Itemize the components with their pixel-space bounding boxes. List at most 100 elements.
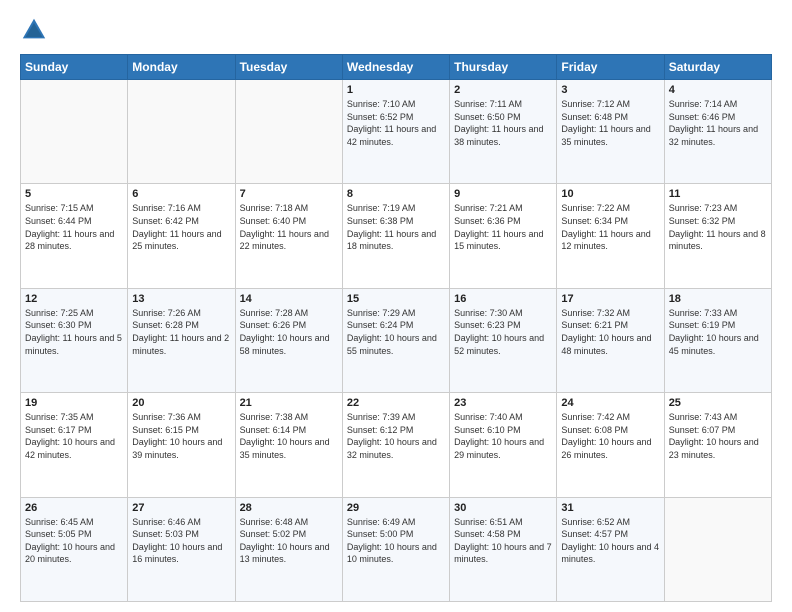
calendar-day-header: Wednesday [342, 55, 449, 80]
day-number: 4 [669, 84, 767, 96]
calendar-cell: 14 Sunrise: 7:28 AM Sunset: 6:26 PM Dayli… [235, 288, 342, 392]
day-info: Sunrise: 7:21 AM Sunset: 6:36 PM Dayligh… [454, 202, 552, 252]
logo-icon [20, 16, 48, 44]
day-info: Sunrise: 7:18 AM Sunset: 6:40 PM Dayligh… [240, 202, 338, 252]
calendar-table: SundayMondayTuesdayWednesdayThursdayFrid… [20, 54, 772, 602]
day-info: Sunrise: 7:26 AM Sunset: 6:28 PM Dayligh… [132, 307, 230, 357]
day-number: 11 [669, 188, 767, 200]
calendar-week-row: 26Sunrise: 6:45 AM Sunset: 5:05 PM Dayli… [21, 497, 772, 601]
day-info: Sunrise: 7:22 AM Sunset: 6:34 PM Dayligh… [561, 202, 659, 252]
calendar-cell: 31 Sunrise: 6:52 AM Sunset: 4:57 PM Dayli… [557, 497, 664, 601]
day-number: 12 [25, 293, 123, 305]
day-info: Sunrise: 7:40 AM Sunset: 6:10 PM Dayligh… [454, 411, 552, 461]
calendar-cell: 6Sunrise: 7:16 AM Sunset: 6:42 PM Daylig… [128, 184, 235, 288]
calendar-cell: 5Sunrise: 7:15 AM Sunset: 6:44 PM Daylig… [21, 184, 128, 288]
calendar-day-header: Monday [128, 55, 235, 80]
calendar-cell: 11 Sunrise: 7:23 AM Sunset: 6:32 PM Dayli… [664, 184, 771, 288]
day-info: Sunrise: 7:32 AM Sunset: 6:21 PM Dayligh… [561, 307, 659, 357]
calendar-week-row: 5Sunrise: 7:15 AM Sunset: 6:44 PM Daylig… [21, 184, 772, 288]
day-number: 30 [454, 502, 552, 514]
day-number: 18 [669, 293, 767, 305]
calendar-cell: 2 Sunrise: 7:11 AM Sunset: 6:50 PM Daylig… [450, 80, 557, 184]
day-number: 28 [240, 502, 338, 514]
day-info: Sunrise: 7:11 AM Sunset: 6:50 PM Dayligh… [454, 98, 552, 148]
day-info: Sunrise: 6:51 AM Sunset: 4:58 PM Dayligh… [454, 516, 552, 566]
day-info: Sunrise: 7:42 AM Sunset: 6:08 PM Dayligh… [561, 411, 659, 461]
day-info: Sunrise: 6:46 AM Sunset: 5:03 PM Dayligh… [132, 516, 230, 566]
calendar-cell: 9 Sunrise: 7:21 AM Sunset: 6:36 PM Daylig… [450, 184, 557, 288]
day-info: Sunrise: 7:29 AM Sunset: 6:24 PM Dayligh… [347, 307, 445, 357]
day-info: Sunrise: 7:36 AM Sunset: 6:15 PM Dayligh… [132, 411, 230, 461]
calendar-cell: 4Sunrise: 7:14 AM Sunset: 6:46 PM Daylig… [664, 80, 771, 184]
day-info: Sunrise: 7:33 AM Sunset: 6:19 PM Dayligh… [669, 307, 767, 357]
calendar-cell: 28 Sunrise: 6:48 AM Sunset: 5:02 PM Dayli… [235, 497, 342, 601]
day-number: 1 [347, 84, 445, 96]
day-info: Sunrise: 7:10 AM Sunset: 6:52 PM Dayligh… [347, 98, 445, 148]
day-number: 13 [132, 293, 230, 305]
calendar-cell: 29Sunrise: 6:49 AM Sunset: 5:00 PM Dayli… [342, 497, 449, 601]
day-number: 6 [132, 188, 230, 200]
day-number: 31 [561, 502, 659, 514]
calendar-cell: 15Sunrise: 7:29 AM Sunset: 6:24 PM Dayli… [342, 288, 449, 392]
day-info: Sunrise: 6:52 AM Sunset: 4:57 PM Dayligh… [561, 516, 659, 566]
calendar-cell: 22 Sunrise: 7:39 AM Sunset: 6:12 PM Dayli… [342, 393, 449, 497]
calendar-cell: 13 Sunrise: 7:26 AM Sunset: 6:28 PM Dayli… [128, 288, 235, 392]
calendar-cell: 27 Sunrise: 6:46 AM Sunset: 5:03 PM Dayli… [128, 497, 235, 601]
day-number: 16 [454, 293, 552, 305]
day-info: Sunrise: 7:23 AM Sunset: 6:32 PM Dayligh… [669, 202, 767, 252]
calendar-cell: 3 Sunrise: 7:12 AM Sunset: 6:48 PM Daylig… [557, 80, 664, 184]
day-info: Sunrise: 7:25 AM Sunset: 6:30 PM Dayligh… [25, 307, 123, 357]
day-info: Sunrise: 7:39 AM Sunset: 6:12 PM Dayligh… [347, 411, 445, 461]
day-number: 25 [669, 397, 767, 409]
calendar-cell: 26Sunrise: 6:45 AM Sunset: 5:05 PM Dayli… [21, 497, 128, 601]
day-number: 22 [347, 397, 445, 409]
logo [20, 16, 52, 44]
calendar-day-header: Friday [557, 55, 664, 80]
calendar-cell: 25 Sunrise: 7:43 AM Sunset: 6:07 PM Dayli… [664, 393, 771, 497]
calendar-cell: 7 Sunrise: 7:18 AM Sunset: 6:40 PM Daylig… [235, 184, 342, 288]
calendar-cell: 23 Sunrise: 7:40 AM Sunset: 6:10 PM Dayli… [450, 393, 557, 497]
calendar-week-row: 1 Sunrise: 7:10 AM Sunset: 6:52 PM Daylig… [21, 80, 772, 184]
day-info: Sunrise: 6:48 AM Sunset: 5:02 PM Dayligh… [240, 516, 338, 566]
day-number: 9 [454, 188, 552, 200]
calendar-day-header: Sunday [21, 55, 128, 80]
day-info: Sunrise: 7:38 AM Sunset: 6:14 PM Dayligh… [240, 411, 338, 461]
day-number: 14 [240, 293, 338, 305]
day-info: Sunrise: 7:15 AM Sunset: 6:44 PM Dayligh… [25, 202, 123, 252]
calendar-cell: 24 Sunrise: 7:42 AM Sunset: 6:08 PM Dayli… [557, 393, 664, 497]
calendar-cell: 18 Sunrise: 7:33 AM Sunset: 6:19 PM Dayli… [664, 288, 771, 392]
day-number: 29 [347, 502, 445, 514]
calendar-cell [21, 80, 128, 184]
day-number: 10 [561, 188, 659, 200]
calendar-cell [235, 80, 342, 184]
calendar-cell [128, 80, 235, 184]
day-number: 21 [240, 397, 338, 409]
calendar-cell: 19Sunrise: 7:35 AM Sunset: 6:17 PM Dayli… [21, 393, 128, 497]
calendar-cell: 30 Sunrise: 6:51 AM Sunset: 4:58 PM Dayli… [450, 497, 557, 601]
day-info: Sunrise: 7:28 AM Sunset: 6:26 PM Dayligh… [240, 307, 338, 357]
day-info: Sunrise: 7:19 AM Sunset: 6:38 PM Dayligh… [347, 202, 445, 252]
day-number: 24 [561, 397, 659, 409]
day-number: 20 [132, 397, 230, 409]
calendar-day-header: Tuesday [235, 55, 342, 80]
calendar-cell: 17Sunrise: 7:32 AM Sunset: 6:21 PM Dayli… [557, 288, 664, 392]
day-number: 2 [454, 84, 552, 96]
day-info: Sunrise: 7:12 AM Sunset: 6:48 PM Dayligh… [561, 98, 659, 148]
calendar-cell: 20 Sunrise: 7:36 AM Sunset: 6:15 PM Dayli… [128, 393, 235, 497]
day-number: 23 [454, 397, 552, 409]
day-number: 7 [240, 188, 338, 200]
calendar-header-row: SundayMondayTuesdayWednesdayThursdayFrid… [21, 55, 772, 80]
day-number: 8 [347, 188, 445, 200]
calendar-cell: 16 Sunrise: 7:30 AM Sunset: 6:23 PM Dayli… [450, 288, 557, 392]
calendar-cell: 12 Sunrise: 7:25 AM Sunset: 6:30 PM Dayli… [21, 288, 128, 392]
day-number: 26 [25, 502, 123, 514]
calendar-cell: 21 Sunrise: 7:38 AM Sunset: 6:14 PM Dayli… [235, 393, 342, 497]
calendar-cell: 8 Sunrise: 7:19 AM Sunset: 6:38 PM Daylig… [342, 184, 449, 288]
page: SundayMondayTuesdayWednesdayThursdayFrid… [0, 0, 792, 612]
day-info: Sunrise: 7:43 AM Sunset: 6:07 PM Dayligh… [669, 411, 767, 461]
day-number: 27 [132, 502, 230, 514]
day-info: Sunrise: 7:30 AM Sunset: 6:23 PM Dayligh… [454, 307, 552, 357]
calendar-week-row: 19Sunrise: 7:35 AM Sunset: 6:17 PM Dayli… [21, 393, 772, 497]
calendar-cell: 10 Sunrise: 7:22 AM Sunset: 6:34 PM Dayli… [557, 184, 664, 288]
day-number: 3 [561, 84, 659, 96]
